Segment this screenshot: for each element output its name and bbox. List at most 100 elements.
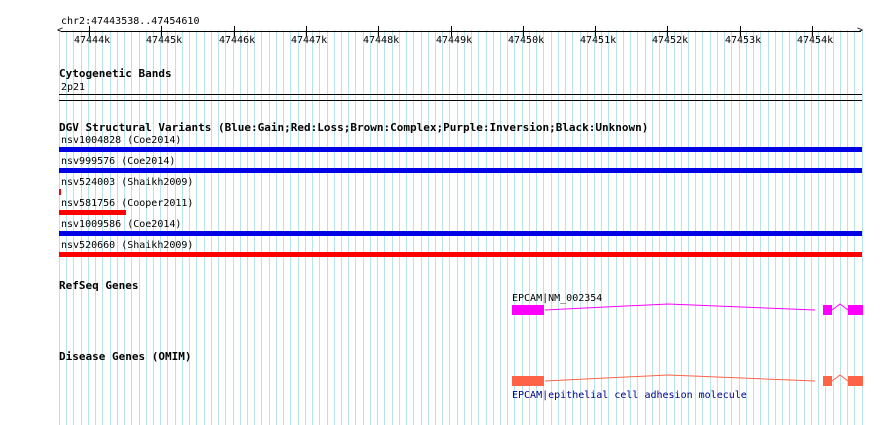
ruler-left-arrow-icon: <: [57, 25, 64, 36]
grid-line: [645, 30, 646, 425]
grid-line: [298, 30, 299, 425]
ruler-tick-label: 47448k: [363, 35, 400, 46]
refseq-exon-1: [512, 305, 544, 315]
refseq-intron-1: [544, 303, 816, 311]
grid-line: [768, 30, 769, 425]
ruler-tick-label: 47444k: [74, 35, 111, 46]
grid-line: [833, 30, 834, 425]
dgv-variant-label[interactable]: nsv524003 (Shaikh2009): [61, 177, 193, 188]
ruler-right-arrow-icon: >: [857, 25, 864, 36]
grid-line: [580, 30, 581, 425]
ruler-tick-label: 47452k: [652, 35, 689, 46]
grid-line: [341, 30, 342, 425]
refseq-gene-model[interactable]: [505, 300, 865, 320]
dgv-variant-label[interactable]: nsv1009586 (Coe2014): [61, 219, 181, 230]
grid-line: [348, 30, 349, 425]
grid-line: [543, 30, 544, 425]
grid-line: [804, 30, 805, 425]
grid-line: [254, 30, 255, 425]
ruler-tick-label: 47446k: [219, 35, 256, 46]
grid-line: [587, 30, 588, 425]
grid-line: [840, 30, 841, 425]
grid-line: [305, 30, 306, 425]
ruler-range-label: chr2:47443538..47454610: [61, 16, 200, 27]
grid-line: [421, 30, 422, 425]
grid-line: [702, 30, 703, 425]
refseq-track-title: RefSeq Genes: [59, 279, 139, 292]
grid-line: [630, 30, 631, 425]
grid-line: [225, 30, 226, 425]
disease-exon-1: [512, 376, 544, 386]
grid-line: [717, 30, 718, 425]
grid-line: [363, 30, 364, 425]
grid-line: [204, 30, 205, 425]
disease-gene-label[interactable]: EPCAM|epithelial cell adhesion molecule: [512, 390, 747, 401]
ruler-tick-label: 47449k: [436, 35, 473, 46]
grid-line: [449, 30, 450, 425]
grid-line: [601, 30, 602, 425]
grid-line: [652, 30, 653, 425]
cytoband-label[interactable]: 2p21: [61, 82, 85, 93]
grid-line: [681, 30, 682, 425]
disease-intron-1: [544, 374, 816, 382]
dgv-variant-bar[interactable]: [59, 147, 862, 152]
grid-line: [442, 30, 443, 425]
cytoband-top-line: [59, 94, 862, 95]
grid-line: [695, 30, 696, 425]
grid-line: [435, 30, 436, 425]
grid-line: [811, 30, 812, 425]
grid-line: [334, 30, 335, 425]
grid-line: [688, 30, 689, 425]
grid-line: [572, 30, 573, 425]
grid-line: [565, 30, 566, 425]
grid-line: [731, 30, 732, 425]
grid-line: [710, 30, 711, 425]
disease-intron-2: [831, 374, 849, 382]
dgv-variant-bar[interactable]: [59, 252, 862, 257]
grid-line: [522, 30, 523, 425]
grid-line: [608, 30, 609, 425]
disease-gene-model[interactable]: [505, 371, 865, 391]
grid-line: [392, 30, 393, 425]
grid-line: [507, 30, 508, 425]
dgv-variant-bar[interactable]: [59, 189, 61, 195]
grid-line: [464, 30, 465, 425]
grid-line: [789, 30, 790, 425]
grid-line: [746, 30, 747, 425]
grid-line: [818, 30, 819, 425]
ruler-tick-label: 47450k: [508, 35, 545, 46]
cytoband-track-title: Cytogenetic Bands: [59, 67, 172, 80]
dgv-variant-bar[interactable]: [59, 231, 862, 236]
dgv-variant-bar[interactable]: [59, 210, 126, 215]
refseq-exon-3: [848, 305, 863, 315]
grid-line: [370, 30, 371, 425]
grid-line: [377, 30, 378, 425]
grid-line: [616, 30, 617, 425]
dgv-track-title: DGV Structural Variants (Blue:Gain;Red:L…: [59, 121, 649, 134]
grid-line: [854, 30, 855, 425]
ruler-tick-label: 47454k: [797, 35, 834, 46]
grid-line: [189, 30, 190, 425]
dgv-variant-label[interactable]: nsv1004828 (Coe2014): [61, 135, 181, 146]
grid-line: [478, 30, 479, 425]
grid-line: [529, 30, 530, 425]
grid-line: [637, 30, 638, 425]
dgv-variant-label[interactable]: nsv520660 (Shaikh2009): [61, 240, 193, 251]
grid-line: [457, 30, 458, 425]
grid-line: [211, 30, 212, 425]
ruler-tick-label: 47447k: [291, 35, 328, 46]
grid-line: [486, 30, 487, 425]
ruler-axis: [61, 31, 861, 32]
grid-line: [276, 30, 277, 425]
grid-line: [247, 30, 248, 425]
grid-line: [283, 30, 284, 425]
dgv-variant-label[interactable]: nsv999576 (Coe2014): [61, 156, 175, 167]
dgv-variant-bar[interactable]: [59, 168, 862, 173]
grid-line: [847, 30, 848, 425]
dgv-variant-label[interactable]: nsv581756 (Cooper2011): [61, 198, 193, 209]
grid-line: [261, 30, 262, 425]
grid-line: [413, 30, 414, 425]
grid-line: [825, 30, 826, 425]
grid-line: [182, 30, 183, 425]
grid-line: [514, 30, 515, 425]
